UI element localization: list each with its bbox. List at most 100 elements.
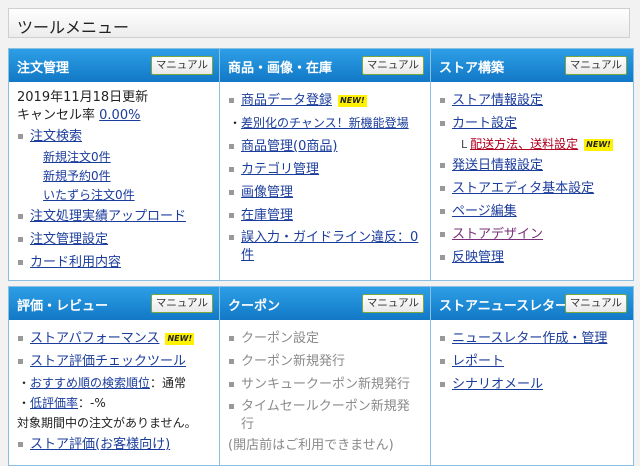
list-item: 発送日情報設定: [439, 154, 625, 177]
bullet-icon: [440, 255, 445, 260]
chance-link[interactable]: 差別化のチャンス！新機能登場: [241, 116, 409, 130]
panel-header: 注文管理 マニュアル: [9, 49, 219, 82]
low-rate-link[interactable]: 低評価率: [30, 396, 78, 410]
category-link[interactable]: カテゴリ管理: [241, 162, 319, 177]
prank-orders-link[interactable]: いたずら注文0件: [43, 188, 135, 202]
timesale-coupon-text: タイムセールクーポン新規発行: [241, 399, 410, 432]
sub-item: いたずら注文0件: [17, 186, 211, 205]
list-item: ・低評価率：-%: [17, 393, 211, 413]
panel-title: 評価・レビュー: [17, 299, 109, 314]
scenario-mail-link[interactable]: シナリオメール: [452, 377, 543, 392]
manual-button[interactable]: マニュアル: [564, 294, 627, 313]
cancel-rate-label: キャンセル率: [17, 108, 96, 123]
shipping-link[interactable]: 配送方法、送料設定: [470, 137, 578, 151]
product-manage-link[interactable]: 商品管理(0商品): [241, 139, 337, 154]
panel-body: ストアパフォーマンス NEW! ストア評価チェックツール ・おすすめ順の検索順位：…: [9, 321, 219, 465]
list-item: 商品データ登録 NEW!: [228, 89, 422, 112]
bullet-icon: [440, 163, 445, 168]
panel-body: 商品データ登録 NEW! ・差別化のチャンス！新機能登場 商品管理(0商品) カテ…: [220, 83, 430, 280]
list-item: ストアエディタ基本設定: [439, 177, 625, 200]
list-item: ページ編集: [439, 200, 625, 223]
reflect-link[interactable]: 反映管理: [452, 250, 504, 265]
violation-link[interactable]: 誤入力・ガイドライン違反：0件: [241, 230, 418, 263]
coupon-note: (開店前はご利用できません): [228, 438, 394, 453]
card-usage-link[interactable]: カード利用内容: [30, 255, 121, 270]
panel-body: ストア情報設定 カート設定 L 配送方法、送料設定 NEW! 発送日情報設定 ストア…: [431, 83, 633, 280]
panel-header: ストア構築 マニュアル: [431, 49, 633, 82]
list-item: L 配送方法、送料設定 NEW!: [439, 135, 625, 154]
list-item: カート設定: [439, 112, 625, 135]
manual-button[interactable]: マニュアル: [150, 56, 213, 75]
bullet-icon: [440, 336, 445, 341]
list-item: カード利用内容: [17, 251, 211, 274]
list-item: サンキュークーポン新規発行: [228, 373, 422, 396]
list-item: 在庫管理: [228, 204, 422, 227]
panel-newsletter: ストアニュースレター マニュアル ニュースレター作成・管理 レポート シナリオメ…: [430, 286, 634, 466]
panel-title: クーポン: [228, 299, 281, 314]
new-badge: NEW!: [338, 94, 367, 107]
store-info-link[interactable]: ストア情報設定: [452, 93, 543, 108]
report-link[interactable]: レポート: [452, 354, 504, 369]
new-reservations-link[interactable]: 新規予約0件: [43, 169, 111, 183]
list-item: ストア情報設定: [439, 89, 625, 112]
list-item: ・おすすめ順の検索順位：通常: [17, 373, 211, 393]
manual-button[interactable]: マニュアル: [150, 294, 213, 313]
store-editor-link[interactable]: ストアエディタ基本設定: [452, 181, 594, 196]
bullet-icon: [229, 336, 234, 341]
panel-products: 商品・画像・在庫 マニュアル 商品データ登録 NEW! ・差別化のチャンス！新機能…: [219, 48, 431, 281]
panel-title: ストアニュースレター: [439, 299, 569, 314]
manual-button[interactable]: マニュアル: [361, 294, 424, 313]
coupon-new-text: クーポン新規発行: [241, 354, 346, 369]
bullet-icon: [18, 134, 23, 139]
list-item: ストア評価チェックツール: [17, 350, 211, 373]
order-search-link[interactable]: 注文検索: [30, 129, 82, 144]
manual-button[interactable]: マニュアル: [564, 56, 627, 75]
performance-link[interactable]: ストアパフォーマンス: [30, 331, 159, 346]
image-link[interactable]: 画像管理: [241, 185, 293, 200]
thankyou-coupon-text: サンキュークーポン新規発行: [241, 377, 411, 392]
list-item: 反映管理: [439, 246, 625, 269]
check-tool-link[interactable]: ストア評価チェックツール: [30, 354, 186, 369]
panel-body: 2019年11月18日更新 キャンセル率 0.00% 注文検索 新規注文0件 新…: [9, 83, 219, 280]
order-settings-link[interactable]: 注文管理設定: [30, 232, 108, 247]
dot-icon: ・: [18, 396, 31, 410]
page-edit-link[interactable]: ページ編集: [452, 204, 517, 219]
sub-item: 新規予約0件: [17, 167, 211, 186]
cancel-rate-link[interactable]: 0.00%: [99, 108, 140, 123]
newsletter-create-link[interactable]: ニュースレター作成・管理: [452, 331, 607, 346]
panel-header: ストアニュースレター マニュアル: [431, 287, 633, 320]
list-item: クーポン新規発行: [228, 350, 422, 373]
order-upload-link[interactable]: 注文処理実績アップロード: [30, 209, 186, 224]
list-item: 注文管理設定: [17, 228, 211, 251]
bullet-icon: [229, 359, 234, 364]
bullet-icon: [440, 98, 445, 103]
list-item: クーポン設定: [228, 327, 422, 350]
dot-icon: ・: [229, 116, 242, 130]
store-design-link[interactable]: ストアデザイン: [452, 227, 543, 242]
manual-button[interactable]: マニュアル: [361, 56, 424, 75]
recommend-rank-link[interactable]: おすすめ順の検索順位: [30, 376, 150, 390]
bullet-icon: [229, 98, 234, 103]
ship-date-link[interactable]: 発送日情報設定: [452, 158, 543, 173]
dot-icon: ・: [18, 376, 31, 390]
list-item: タイムセールクーポン新規発行: [228, 396, 422, 436]
customer-review-link[interactable]: ストア評価(お客様向け): [30, 437, 170, 452]
low-rate-value: ：-%: [78, 396, 106, 410]
tree-prefix: L: [461, 138, 468, 151]
no-orders-text: 対象期間中の注文がありません。: [17, 416, 197, 430]
product-register-link[interactable]: 商品データ登録: [241, 93, 332, 108]
list-item: 注文検索: [17, 125, 211, 148]
cart-settings-link[interactable]: カート設定: [452, 116, 517, 131]
list-item: 商品管理(0商品): [228, 135, 422, 158]
bullet-icon: [18, 260, 23, 265]
bullet-icon: [18, 442, 23, 447]
list-item: ストアパフォーマンス NEW!: [17, 327, 211, 350]
stock-link[interactable]: 在庫管理: [241, 208, 293, 223]
list-item: シナリオメール: [439, 373, 625, 396]
bullet-icon: [18, 237, 23, 242]
sub-item: 新規注文0件: [17, 148, 211, 167]
new-orders-link[interactable]: 新規注文0件: [43, 150, 111, 164]
bullet-icon: [229, 235, 234, 240]
bullet-icon: [229, 167, 234, 172]
bullet-icon: [440, 121, 445, 126]
